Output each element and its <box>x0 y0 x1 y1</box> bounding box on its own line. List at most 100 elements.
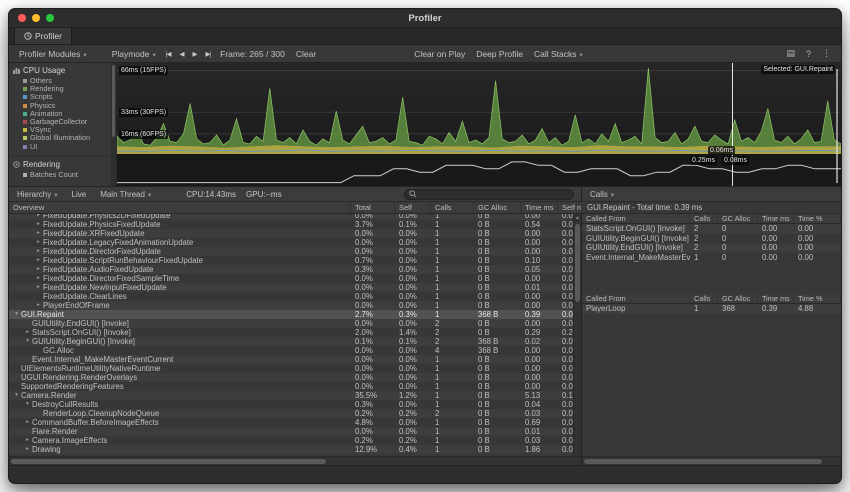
table-row[interactable]: ▸FixedUpdate.PhysicsFixedUpdate3.7%0.1%1… <box>9 220 581 229</box>
table-row[interactable]: ▸FixedUpdate.ScriptRunBehaviourFixedUpda… <box>9 256 581 265</box>
tab-profiler[interactable]: Profiler <box>14 28 72 44</box>
detail-column-header-gc-alloc[interactable]: GC Alloc <box>718 294 758 303</box>
module-header-cpu[interactable]: CPU Usage <box>9 63 116 77</box>
detail-column-header-gc-alloc[interactable]: GC Alloc <box>718 214 758 223</box>
table-row[interactable]: ▸FixedUpdate.DirectorFixedSampleTime0.0%… <box>9 274 581 283</box>
scrollbar-thumb[interactable] <box>112 65 115 137</box>
expand-arrow-icon[interactable]: ▸ <box>34 256 43 265</box>
vertical-scrollbar[interactable]: ▲ <box>573 214 581 456</box>
legend-item-global-illumination[interactable]: Global Illumination <box>9 134 116 142</box>
first-frame-button[interactable]: |◀ <box>162 49 175 59</box>
expand-arrow-icon[interactable]: ▸ <box>23 436 32 445</box>
context-menu-icon[interactable]: ⋮ <box>817 48 836 59</box>
table-row[interactable]: ▸CommandBuffer.BeforeImageEffects4.8%0.0… <box>9 418 581 427</box>
detail-view-dropdown[interactable]: Calls <box>585 189 619 200</box>
layout-icon[interactable]: ▤ <box>781 48 800 59</box>
table-row[interactable]: ▸FixedUpdate.DirectorFixedUpdate0.0%0.0%… <box>9 247 581 256</box>
column-header-time-ms[interactable]: Time ms <box>521 202 558 213</box>
search-field[interactable] <box>404 189 574 200</box>
expand-arrow-icon[interactable]: ▸ <box>23 418 32 427</box>
column-header-total[interactable]: Total <box>351 202 395 213</box>
expand-arrow-icon[interactable]: ▸ <box>23 445 32 454</box>
detail-column-header-time-ms[interactable]: Time ms <box>758 214 794 223</box>
detail-row[interactable]: Event.Internal_MakeMasterEventCurrent100… <box>582 253 841 263</box>
collapse-arrow-icon[interactable]: ▾ <box>23 337 32 346</box>
table-row[interactable]: GUIUtility.EndGUI() [Invoke]0.0%0.0%20 B… <box>9 319 581 328</box>
profiler-modules-dropdown[interactable]: Profiler Modules <box>14 48 92 60</box>
column-header-self-ms[interactable]: Self ms <box>558 202 582 213</box>
detail-column-header-time-[interactable]: Time % <box>794 294 841 303</box>
detail-row[interactable]: GUIUtility.BeginGUI() [Invoke]200.000.00 <box>582 234 841 244</box>
table-row[interactable]: Event.Internal_MakeMasterEventCurrent0.0… <box>9 355 581 364</box>
table-row[interactable]: ▸Drawing12.9%0.4%10 B1.860.06 <box>9 445 581 454</box>
horizontal-scrollbar[interactable] <box>9 456 581 465</box>
column-header-calls[interactable]: Calls <box>431 202 474 213</box>
expand-arrow-icon[interactable]: ▸ <box>34 265 43 274</box>
scroll-up-arrow[interactable]: ▲ <box>574 214 581 222</box>
table-row[interactable]: RenderLoop.CleanupNodeQueue0.2%0.2%20 B0… <box>9 409 581 418</box>
expand-arrow-icon[interactable]: ▸ <box>34 238 43 247</box>
call-stacks-dropdown[interactable]: Call Stacks <box>529 48 588 60</box>
detail-row[interactable]: StatsScript.OnGUI() [Invoke]200.000.00 <box>582 224 841 234</box>
horizontal-scrollbar[interactable] <box>582 456 841 465</box>
table-row[interactable]: ▾GUI.Repaint2.7%0.3%1368 B0.390.05 <box>9 310 581 319</box>
column-header-self[interactable]: Self <box>395 202 431 213</box>
table-row[interactable]: ▸FixedUpdate.AudioFixedUpdate0.3%0.0%10 … <box>9 265 581 274</box>
table-row[interactable]: ▾Camera.Render35.5%1.2%10 B5.130.17 <box>9 391 581 400</box>
legend-item-batches-count[interactable]: Batches Count <box>9 171 116 179</box>
collapse-arrow-icon[interactable]: ▾ <box>23 400 32 409</box>
view-mode-dropdown[interactable]: Hierarchy <box>12 189 63 200</box>
previous-frame-button[interactable]: ◀ <box>175 49 187 59</box>
expand-arrow-icon[interactable]: ▸ <box>34 229 43 238</box>
expand-arrow-icon[interactable]: ▸ <box>34 247 43 256</box>
detail-column-header-time-[interactable]: Time % <box>794 214 841 223</box>
expand-arrow-icon[interactable]: ▸ <box>34 274 43 283</box>
table-row[interactable]: ▸PlayerEndOfFrame0.0%0.0%10 B0.000.00 <box>9 301 581 310</box>
detail-column-header-called-from[interactable]: Called From <box>582 214 690 223</box>
table-row[interactable]: UIElementsRuntimeUtilityNativeRuntime0.0… <box>9 364 581 373</box>
target-selection-dropdown[interactable]: Playmode <box>107 48 161 60</box>
close-button[interactable] <box>18 14 26 22</box>
detail-column-header-calls[interactable]: Calls <box>690 294 718 303</box>
expand-arrow-icon[interactable]: ▸ <box>34 283 43 292</box>
collapse-arrow-icon[interactable]: ▾ <box>12 310 21 319</box>
scrollbar-thumb[interactable] <box>584 459 822 464</box>
live-toggle[interactable]: Live <box>67 189 92 200</box>
collapse-arrow-icon[interactable]: ▾ <box>12 391 21 400</box>
table-row[interactable]: GC.Alloc0.0%0.0%4368 B0.000.00 <box>9 346 581 355</box>
legend-item-rendering[interactable]: Rendering <box>9 85 116 93</box>
table-row[interactable]: ▸Camera.ImageEffects0.2%0.2%10 B0.030.03 <box>9 436 581 445</box>
table-row[interactable]: ▾DestroyCullResults0.3%0.0%10 B0.040.01 <box>9 400 581 409</box>
expand-arrow-icon[interactable]: ▸ <box>23 328 32 337</box>
table-row[interactable]: UGUI.Rendering.RenderOverlays0.0%0.0%10 … <box>9 373 581 382</box>
next-frame-button[interactable]: ▶ <box>188 49 200 59</box>
legend-item-scripts[interactable]: Scripts <box>9 93 116 101</box>
current-frame-indicator[interactable] <box>732 63 733 186</box>
minimize-button[interactable] <box>32 14 40 22</box>
detail-column-header-time-ms[interactable]: Time ms <box>758 294 794 303</box>
deep-profile-toggle[interactable]: Deep Profile <box>471 48 528 60</box>
table-row[interactable]: ▾GUIUtility.BeginGUI() [Invoke]0.1%0.1%2… <box>9 337 581 346</box>
expand-arrow-icon[interactable]: ▸ <box>34 220 43 229</box>
scrollbar-thumb[interactable] <box>11 459 326 464</box>
module-header-rendering[interactable]: Rendering <box>9 157 116 171</box>
legend-item-ui[interactable]: UI <box>9 143 116 151</box>
table-row[interactable]: ▸FixedUpdate.NewInputFixedUpdate0.0%0.0%… <box>9 283 581 292</box>
current-frame-button[interactable]: ▶| <box>201 49 214 59</box>
thread-dropdown[interactable]: Main Thread <box>95 189 156 200</box>
detail-row[interactable]: PlayerLoop13680.394.88 <box>582 304 841 314</box>
legend-item-physics[interactable]: Physics <box>9 102 116 110</box>
table-row[interactable]: ▸FixedUpdate.LegacyFixedAnimationUpdate0… <box>9 238 581 247</box>
column-header-overview[interactable]: Overview <box>9 202 351 213</box>
table-row[interactable]: SupportedRenderingFeatures0.0%0.0%10 B0.… <box>9 382 581 391</box>
table-row[interactable]: ▸FixedUpdate.XRFixedUpdate0.0%0.0%10 B0.… <box>9 229 581 238</box>
legend-item-garbagecollector[interactable]: GarbageCollector <box>9 118 116 126</box>
scrollbar-thumb[interactable] <box>575 224 580 302</box>
maximize-button[interactable] <box>46 14 54 22</box>
search-input[interactable] <box>420 190 569 199</box>
modules-scrollbar[interactable] <box>111 63 116 186</box>
clear-button[interactable]: Clear <box>291 48 321 60</box>
detail-row[interactable]: GUIUtility.EndGUI() [Invoke]200.000.00 <box>582 243 841 253</box>
help-icon[interactable]: ? <box>801 49 816 59</box>
expand-arrow-icon[interactable]: ▸ <box>34 301 43 310</box>
